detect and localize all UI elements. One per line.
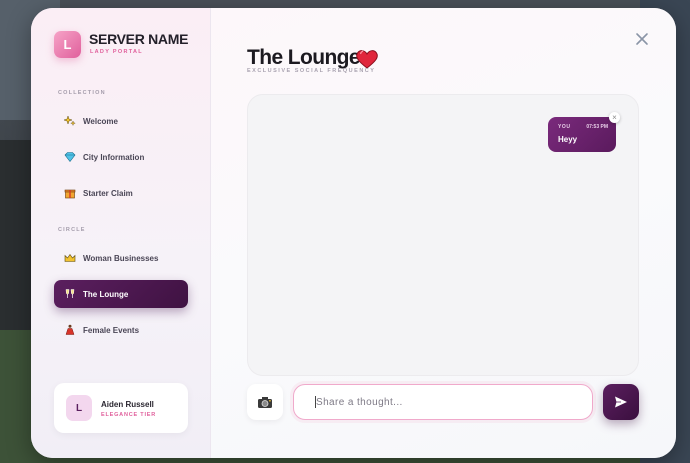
section-label-circle: CIRCLE	[58, 227, 86, 233]
sidebar-item-woman-businesses[interactable]: Woman Businesses	[54, 244, 188, 272]
user-profile-card[interactable]: L Aiden Russell ELEGANCE TIER	[54, 383, 188, 433]
crown-icon	[64, 252, 76, 264]
avatar: L	[66, 395, 92, 421]
sparkles-icon	[64, 115, 76, 127]
sidebar-item-the-lounge[interactable]: The Lounge	[54, 280, 188, 308]
sidebar-item-label: Woman Businesses	[83, 253, 159, 263]
sidebar-item-city-information[interactable]: City Information	[54, 143, 188, 171]
message-sender: YOU	[558, 124, 571, 130]
sidebar-item-starter-claim[interactable]: Starter Claim	[54, 179, 188, 207]
gem-icon	[64, 151, 76, 163]
close-icon[interactable]	[634, 31, 650, 47]
sidebar-item-female-events[interactable]: Female Events	[54, 316, 188, 344]
message-bubble: YOU 07:53 PM Heyy ×	[548, 112, 620, 152]
page-subtitle: EXCLUSIVE SOCIAL FREQUENCY	[247, 68, 376, 74]
message-text: Heyy	[558, 135, 578, 144]
lounge-main: The Lounge EXCLUSIVE SOCIAL FREQUENCY YO…	[211, 8, 676, 458]
message-time: 07:53 PM	[586, 124, 608, 130]
camera-icon	[258, 396, 272, 408]
chat-history[interactable]: YOU 07:53 PM Heyy ×	[247, 94, 639, 376]
sidebar-item-label: Welcome	[83, 116, 118, 126]
text-cursor	[315, 396, 316, 408]
portal-window: L SERVER NAME LADY PORTAL COLLECTION Wel…	[31, 8, 676, 458]
page-title: The Lounge	[247, 46, 361, 69]
sidebar-item-label: City Information	[83, 152, 145, 162]
delete-message-icon[interactable]: ×	[609, 112, 620, 123]
sidebar-item-welcome[interactable]: Welcome	[54, 107, 188, 135]
server-logo: L	[54, 31, 81, 58]
sidebar-item-label: The Lounge	[83, 289, 129, 299]
sidebar-item-label: Female Events	[83, 325, 140, 335]
champagne-icon	[64, 288, 76, 300]
sidebar: L SERVER NAME LADY PORTAL COLLECTION Wel…	[31, 8, 211, 458]
user-name: Aiden Russell	[101, 400, 154, 409]
gift-icon	[64, 187, 76, 199]
send-icon	[615, 396, 627, 408]
server-name: SERVER NAME	[89, 31, 189, 47]
message-input[interactable]	[293, 384, 593, 420]
camera-button[interactable]	[247, 384, 283, 420]
heart-icon	[356, 50, 378, 69]
server-subtitle: LADY PORTAL	[90, 49, 143, 55]
send-button[interactable]	[603, 384, 639, 420]
section-label-collection: COLLECTION	[58, 90, 106, 96]
sidebar-item-label: Starter Claim	[83, 188, 133, 198]
dancer-icon	[64, 324, 76, 336]
user-tier: ELEGANCE TIER	[101, 412, 157, 418]
